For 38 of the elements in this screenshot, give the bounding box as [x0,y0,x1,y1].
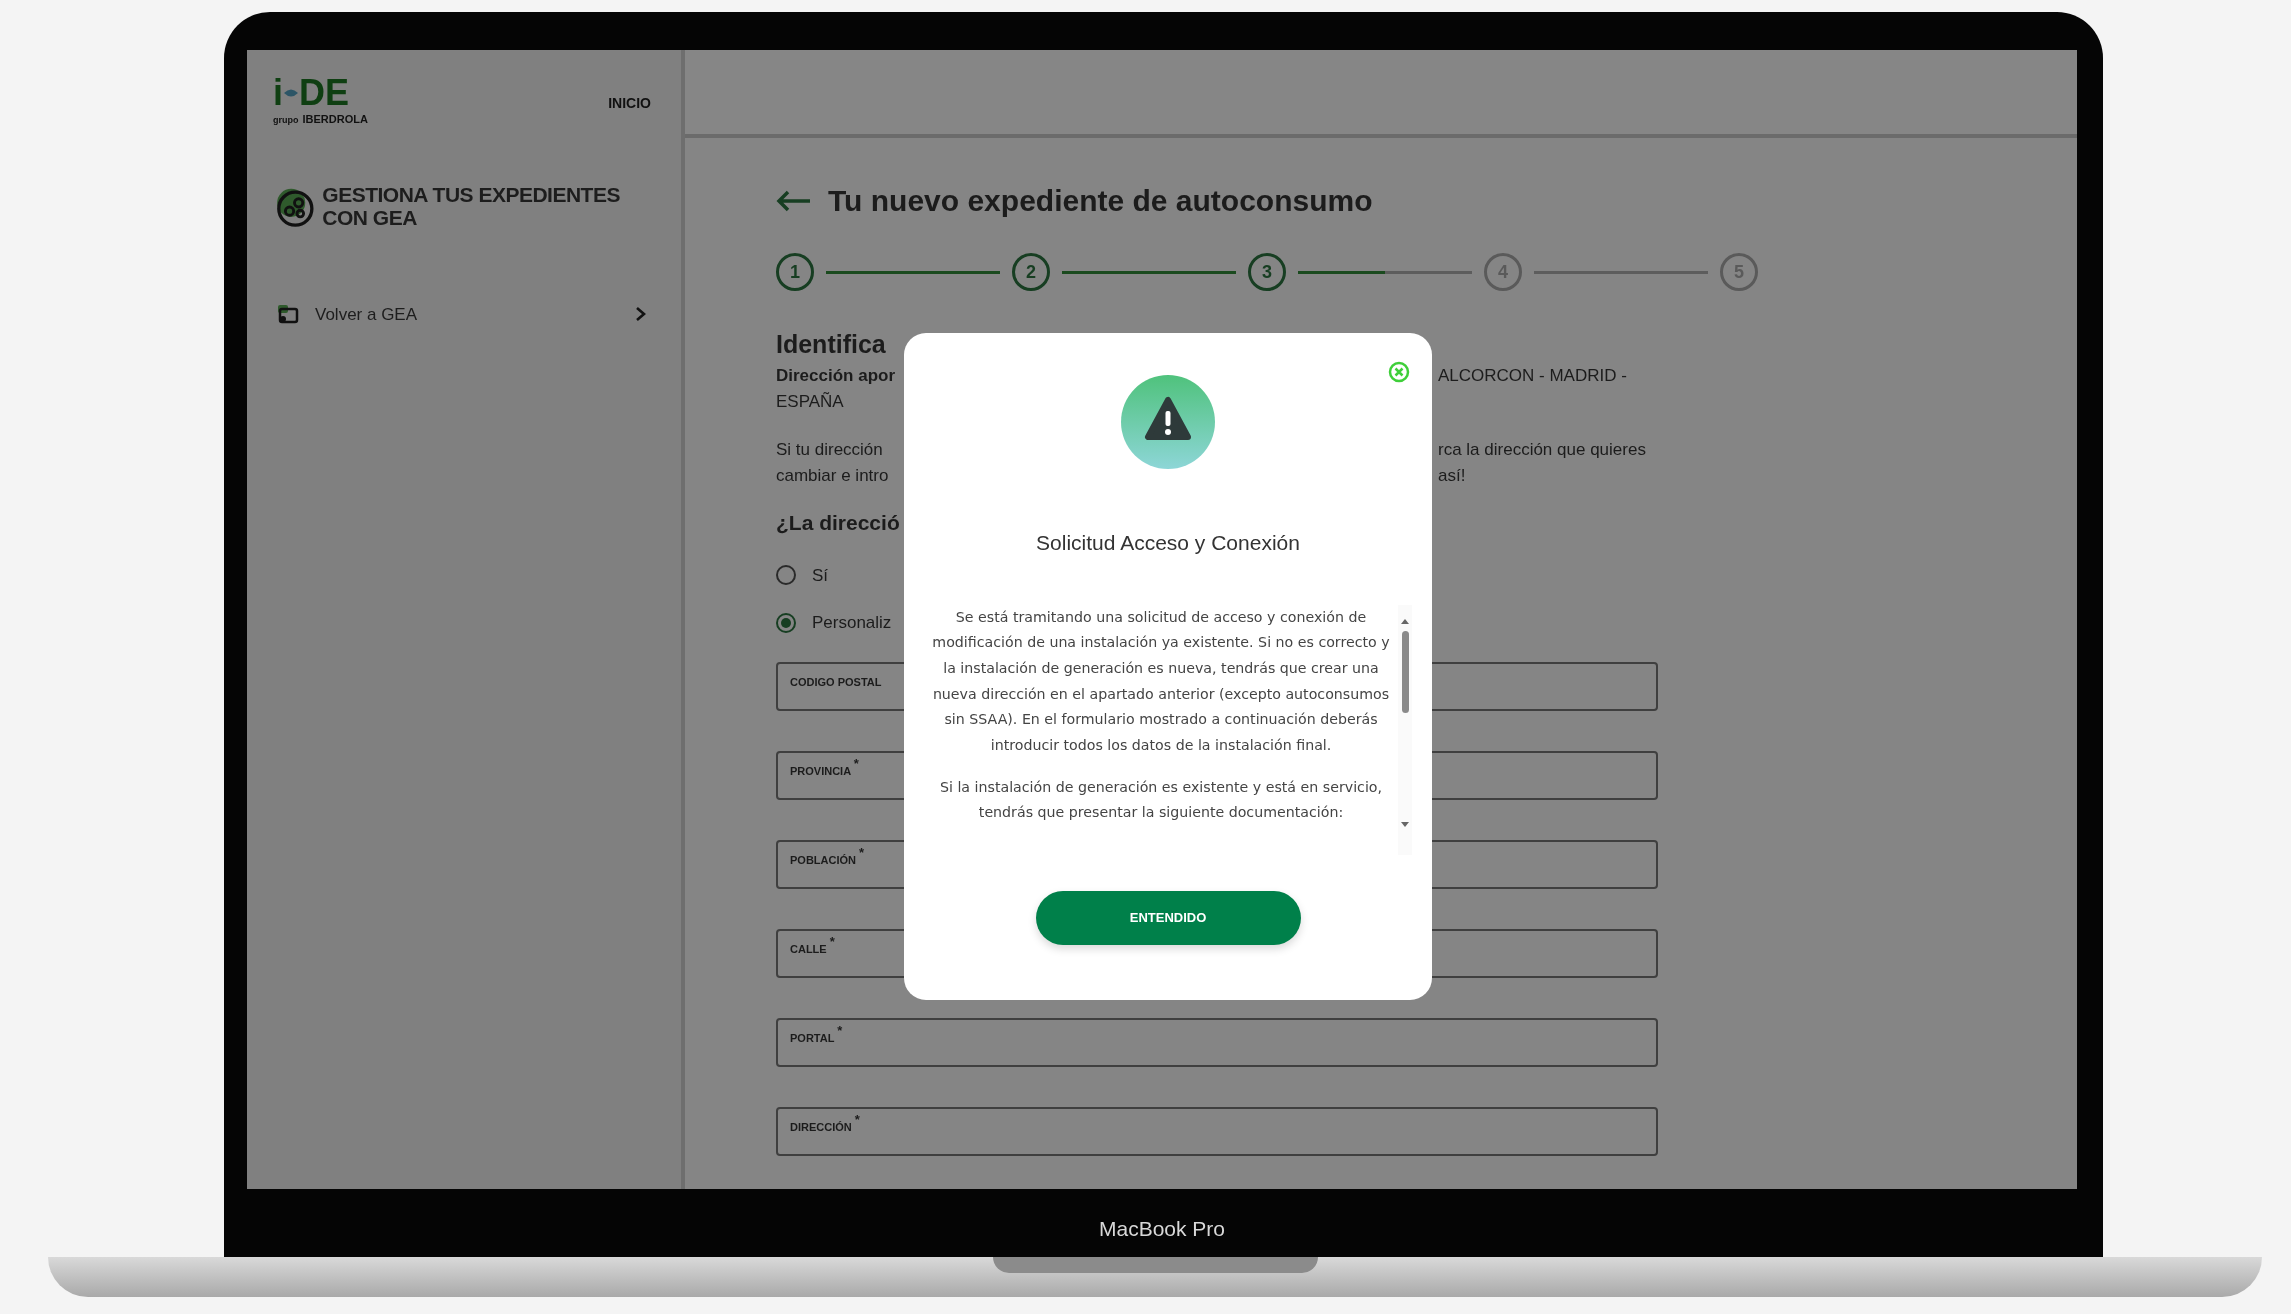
modal-paragraph: Se está tramitando una solicitud de acceso y conexión de modificación de una instalación ya existente. Si no es correcto y la instalación de generación es nueva, tendrás que crear una nueva dirección en el apartado anterior (excepto autoconsumos sin SSAA). En el formulario mostrado a continuación deberás introducir todos los datos de la instalación final. [931,607,1391,755]
chevron-right-icon [635,306,647,323]
logo-tagline: grupo [273,114,299,127]
logo-text: i [273,75,283,111]
folder-icon [277,304,299,325]
sidebar-section-title: GESTIONA TUS EXPEDIENTES CON GEA [322,184,621,229]
info-text: rca la dirección que quieres [1438,440,1646,459]
info-text: así! [1438,466,1466,485]
question-text: ¿La direcció [776,510,901,536]
warning-icon [1121,375,1215,469]
scrollbar-thumb[interactable] [1401,630,1409,713]
back-arrow-icon[interactable] [776,189,812,212]
address-value: ESPAÑA [776,392,844,411]
radio-button[interactable] [776,565,796,586]
step-indicator[interactable]: 1 [776,253,814,291]
section-heading: Identifica [776,331,887,357]
modal-title: Solicitud Acceso y Conexión [1036,530,1300,556]
modal-paragraph: Si la instalación de generación es existente y está en servicio, tendrás que presentar la siguiente documentación: [938,777,1384,823]
understood-button[interactable]: ENTENDIDO [1035,890,1301,945]
radio-button[interactable] [776,612,796,633]
device-label: MacBook Pro [1098,1217,1226,1240]
close-icon[interactable] [1388,361,1410,383]
sidebar-item[interactable]: Volver a GEA [273,301,651,327]
logo-text: DE [299,75,350,111]
leaf-icon [283,87,299,99]
address-label: Dirección apor [776,366,896,385]
info-text: cambiar e intro [776,466,889,485]
scrollbar[interactable] [1398,604,1412,855]
scroll-down-icon[interactable] [1400,820,1410,829]
radio-label: Sí [812,564,829,587]
address-value: ALCORCON - MADRID - [1438,366,1627,385]
step-indicator[interactable]: 3 [1248,253,1286,291]
logo-tagline: IBERDROLA [302,112,368,127]
radio-label: Personaliz [812,612,892,634]
page-title: Tu nuevo expediente de autoconsumo [828,183,1373,219]
info-text: Si tu dirección [776,440,883,459]
nav-link[interactable]: INICIO [608,93,651,114]
step-indicator[interactable]: 2 [1012,253,1050,291]
